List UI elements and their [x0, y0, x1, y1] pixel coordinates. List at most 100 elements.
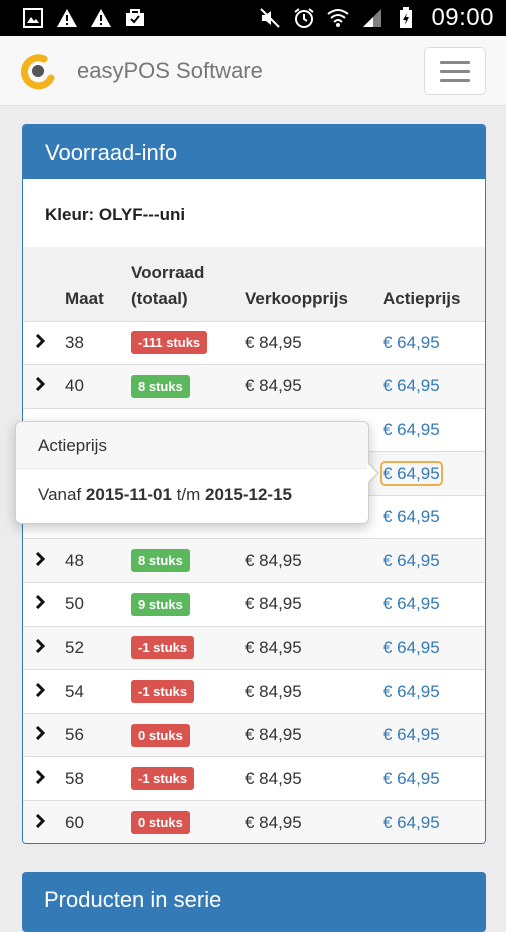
menu-toggle-button[interactable] [424, 47, 486, 95]
maat-cell: 50 [65, 594, 84, 614]
chevron-right-icon[interactable] [35, 725, 46, 741]
chevron-right-icon[interactable] [35, 376, 46, 392]
table-row[interactable]: 38 -111 stuks € 84,95 € 64,95 [23, 321, 485, 365]
voorraad-cell: 0 stuks [131, 801, 245, 843]
voorraad-cell: -1 stuks [131, 626, 245, 670]
table-row[interactable]: 50 9 stuks € 84,95 € 64,95 [23, 582, 485, 627]
maat-cell: 60 [65, 812, 84, 832]
voorraad-cell: 0 stuks [131, 713, 245, 757]
verkoopprijs-cell: € 84,95 [245, 681, 302, 701]
actieprijs-link[interactable]: € 64,95 [383, 594, 440, 613]
alarm-icon [293, 7, 315, 29]
easypos-logo[interactable] [20, 54, 56, 90]
actieprijs-link[interactable]: € 64,95 [383, 507, 440, 526]
popover-start-date: 2015-11-01 [85, 485, 172, 504]
status-bar-notifications [22, 7, 146, 29]
verkoopprijs-cell: € 84,95 [245, 550, 302, 570]
voorraad-table: Maat Voorraad (totaal) Verkoopprijs Acti… [23, 247, 485, 843]
verkoopprijs-cell: € 84,95 [245, 637, 302, 657]
kleur-value: OLYF---uni [98, 205, 186, 224]
chevron-right-icon[interactable] [35, 769, 46, 784]
chevron-right-icon[interactable] [35, 551, 46, 566]
actieprijs-cell: € 64,95 [383, 495, 485, 539]
stock-badge: -1 stuks [131, 680, 195, 704]
maat-cell: 40 [65, 376, 84, 396]
maat-cell: 52 [65, 637, 84, 657]
chevron-right-icon[interactable] [35, 682, 46, 697]
actieprijs-link[interactable]: € 64,95 [383, 682, 440, 701]
actieprijs-cell: € 64,95 [383, 539, 485, 583]
header-expand [23, 247, 65, 321]
brand-name[interactable]: easyPOS Software [77, 58, 263, 84]
actieprijs-cell: € 64,95 [383, 583, 485, 627]
popover-body: Vanaf 2015-11-01 t/m 2015-12-15 [16, 469, 368, 505]
actieprijs-link[interactable]: € 64,95 [383, 813, 440, 832]
actieprijs-link[interactable]: € 64,95 [383, 376, 440, 395]
clock-time: 09:00 [431, 4, 494, 31]
chevron-right-icon[interactable] [35, 813, 46, 828]
expand-cell[interactable] [23, 583, 65, 627]
popover-end-date: 2015-12-15 [205, 485, 292, 504]
chevron-right-icon[interactable] [35, 333, 46, 348]
verkoopprijs-cell: € 84,95 [245, 725, 302, 745]
verkoopprijs-cell: € 84,95 [245, 332, 302, 352]
stock-badge: -1 stuks [131, 767, 195, 791]
producten-panel: Producten in serie [22, 872, 486, 932]
table-body: 38 -111 stuks € 84,95 € 64,95 40 8 stuks € 84,… [23, 321, 485, 843]
voorraad-cell: 8 stuks [131, 365, 245, 409]
popover-arrow [367, 462, 379, 484]
kleur-line: Kleur: OLYF---uni [23, 179, 485, 247]
maat-cell: 54 [65, 681, 84, 701]
chevron-right-icon[interactable] [35, 594, 46, 610]
expand-cell[interactable] [23, 365, 65, 409]
actieprijs-cell: € 64,95 [383, 365, 485, 409]
table-row[interactable]: 58 -1 stuks € 84,95 € 64,95 [23, 756, 485, 801]
table-row[interactable]: 54 -1 stuks € 84,95 € 64,95 [23, 669, 485, 714]
stock-badge: -111 stuks [131, 331, 208, 355]
image-icon [22, 7, 44, 29]
wifi-icon [327, 7, 350, 29]
expand-cell[interactable] [23, 757, 65, 801]
expand-cell[interactable] [23, 670, 65, 714]
expand-cell[interactable] [23, 801, 65, 843]
table-row[interactable]: 56 0 stuks € 84,95 € 64,95 [23, 713, 485, 757]
actieprijs-link[interactable]: € 64,95 [383, 333, 440, 352]
actieprijs-link[interactable]: € 64,95 [383, 420, 440, 439]
expand-cell[interactable] [23, 321, 65, 365]
stock-badge: 9 stuks [131, 592, 190, 616]
table-row[interactable]: 40 8 stuks € 84,95 € 64,95 [23, 364, 485, 409]
table-row[interactable]: 48 8 stuks € 84,95 € 64,95 [23, 538, 485, 583]
actieprijs-link[interactable]: € 64,95 [383, 769, 440, 788]
actieprijs-cell: € 64,95 [383, 626, 485, 670]
actieprijs-cell: € 64,95 [383, 670, 485, 714]
battery-icon [395, 7, 417, 29]
header-actieprijs: Actieprijs [383, 288, 461, 308]
verkoopprijs-cell: € 84,95 [245, 376, 302, 396]
expand-cell[interactable] [23, 626, 65, 670]
actieprijs-link[interactable]: € 64,95 [383, 551, 440, 570]
popover-tm: t/m [176, 485, 201, 504]
maat-cell: 48 [65, 550, 84, 570]
hamburger-icon-bar [440, 60, 470, 64]
expand-cell[interactable] [23, 539, 65, 583]
expand-cell[interactable] [23, 713, 65, 757]
actieprijs-link[interactable]: € 64,95 [383, 725, 440, 744]
stock-badge: 0 stuks [131, 723, 190, 747]
table-row[interactable]: 60 0 stuks € 84,95 € 64,95 [23, 800, 485, 843]
header-voorraad: Voorraad (totaal) [131, 247, 245, 321]
voorraad-cell: 8 stuks [131, 539, 245, 583]
table-header-row: Maat Voorraad (totaal) Verkoopprijs Acti… [23, 247, 485, 321]
actieprijs-link[interactable]: € 64,95 [380, 460, 443, 486]
popover-vanaf: Vanaf [38, 485, 82, 504]
status-bar: 09:00 [0, 0, 506, 36]
actieprijs-cell: € 64,95 [383, 757, 485, 801]
actieprijs-link[interactable]: € 64,95 [383, 638, 440, 657]
maat-cell: 56 [65, 725, 84, 745]
stock-badge: 0 stuks [131, 811, 190, 835]
header-verkoopprijs: Verkoopprijs [245, 288, 348, 308]
actieprijs-cell: € 64,95 [383, 713, 485, 757]
table-row[interactable]: 52 -1 stuks € 84,95 € 64,95 [23, 626, 485, 670]
maat-cell: 58 [65, 768, 84, 788]
chevron-right-icon[interactable] [35, 638, 46, 654]
stock-badge: -1 stuks [131, 636, 195, 660]
